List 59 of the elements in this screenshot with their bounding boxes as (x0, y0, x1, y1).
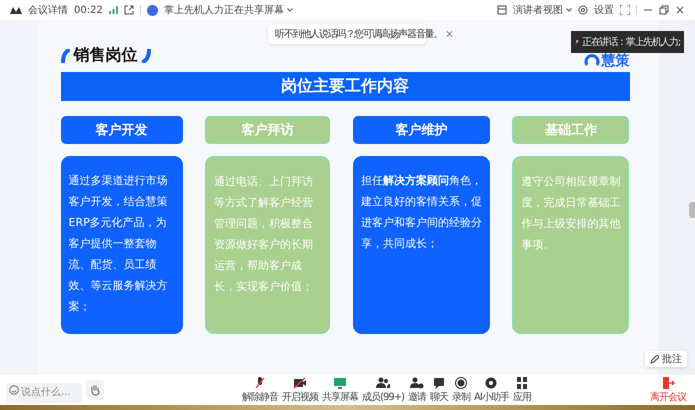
toolbar-button[interactable]: 共享屏幕 (321, 376, 360, 404)
chat-bubble-icon (432, 376, 446, 388)
toolbar-button[interactable]: 开启视频 (281, 376, 320, 404)
column-text: 通过电话、上门拜访等方式了解客户经营管理问题，积极整合资源做好客户的长期运营，帮助客户成长，实现客户价值； (214, 174, 314, 295)
leave-meeting-button[interactable]: 离开会议 (649, 376, 687, 404)
settings-button[interactable]: 设置 (594, 3, 614, 17)
pen-icon (650, 354, 659, 364)
logo-icon (10, 6, 22, 14)
exit-door-icon (661, 376, 675, 388)
column-text: 通过多渠道进行市场客户开发，结合慧策ERP多元化产品，为客户提供一整套物流、配货、员工绩效、等云服务解决方案； (68, 173, 168, 315)
arc-icon (60, 48, 70, 62)
column-text: 担任解决方案顾问角色，建立良好的客情关系，促进客户和客户间的经验分享，共同成长； (360, 173, 483, 252)
signal-icon (108, 6, 118, 14)
fullscreen-icon[interactable] (620, 5, 630, 15)
side-panel-handle[interactable] (689, 202, 695, 218)
toolbar-button[interactable]: 成员(99+) (361, 376, 406, 404)
arc-icon (142, 48, 150, 62)
record-icon (454, 376, 468, 388)
toolbar-button[interactable]: 解除静音 (241, 376, 280, 404)
close-icon[interactable] (675, 5, 685, 15)
chat-input-field[interactable]: 说点什么... (6, 382, 82, 402)
column-header: 客户开发 (60, 116, 182, 144)
speaker-status: 正在讲话：掌上先机人力; (582, 36, 680, 49)
slide-banner: 岗位主要工作内容 (60, 72, 630, 101)
toolbar-button[interactable]: 应用 (512, 376, 532, 404)
external-link-icon[interactable] (124, 5, 134, 15)
column-text: 遵守公司相应规章制度，完成日常基础工作与上级安排的其他事项。 (521, 174, 622, 253)
toast-message: 听不到他人说话吗？您可调高扬声器音量。 (275, 28, 442, 41)
monitor-icon (333, 376, 348, 388)
company-logo-text: 慧策 (602, 52, 630, 70)
column-header: 基础工作 (512, 116, 630, 144)
caret-icon (286, 8, 293, 12)
annotate-button[interactable]: 批注 (645, 351, 687, 367)
presenter-view-icon (497, 5, 507, 15)
raise-hand-button[interactable] (86, 380, 104, 400)
slide-heading: 销售岗位 (74, 45, 138, 66)
meeting-timer: 00:22 (74, 4, 103, 16)
company-logo-icon (584, 54, 600, 68)
share-status-dropdown[interactable]: 掌上先机人力正在共享屏幕 (164, 3, 293, 17)
toolbar-button[interactable]: AI小助手 (473, 376, 510, 404)
presenter-view-dropdown[interactable]: 演讲者视图 (513, 3, 572, 17)
camera-off-icon (293, 376, 308, 388)
people-icon (376, 376, 390, 388)
grid-icon (514, 376, 529, 388)
column-header: 客户拜访 (205, 116, 330, 144)
meeting-details-link[interactable]: 会议详情 (28, 3, 68, 17)
hand-icon (90, 384, 100, 396)
toolbar-button[interactable]: 邀请 (407, 376, 428, 404)
settings-icon (578, 5, 588, 15)
emoji-icon (9, 385, 19, 395)
toolbar-button[interactable]: 聊天 (429, 376, 450, 404)
restore-icon[interactable] (659, 5, 669, 15)
caret-icon (566, 8, 572, 12)
column-header: 客户维护 (352, 116, 490, 144)
muted-mic-icon (253, 376, 268, 388)
close-button[interactable]: × (445, 28, 454, 40)
add-person-icon (410, 376, 424, 388)
avatar-icon (146, 4, 158, 16)
toolbar-button[interactable]: 录制 (451, 376, 472, 404)
